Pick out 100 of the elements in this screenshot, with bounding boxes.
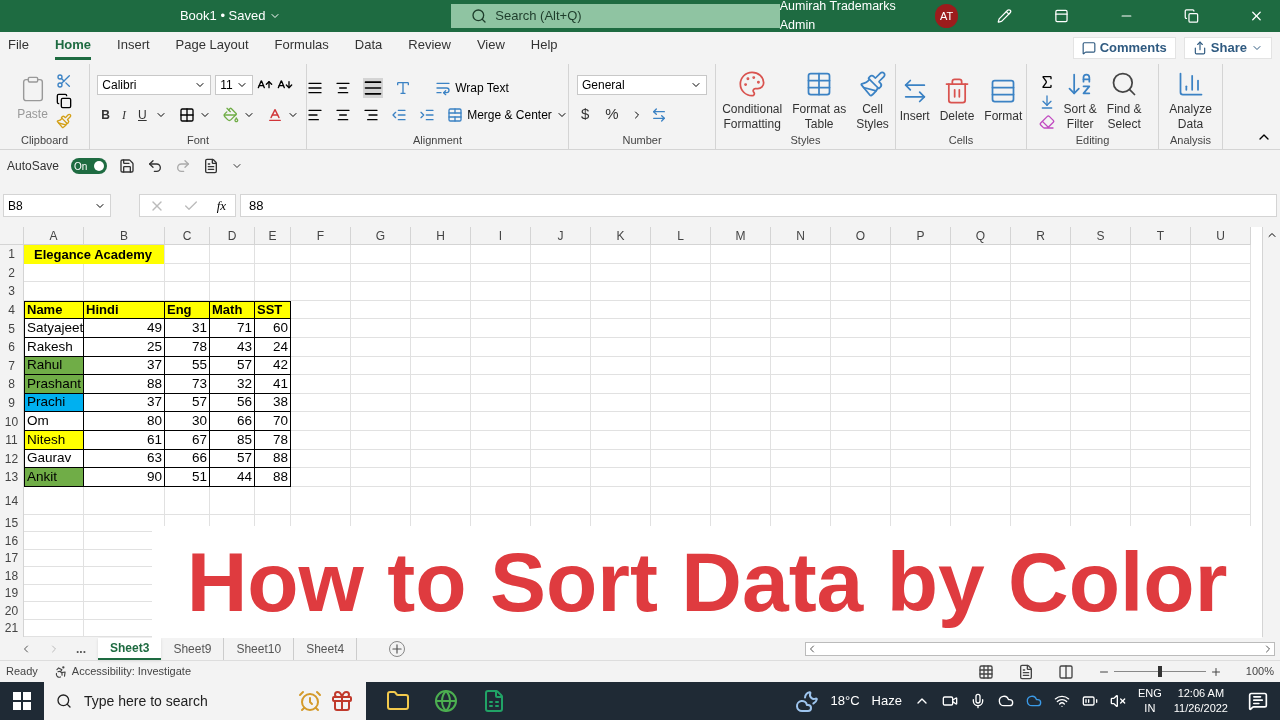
menu-tab[interactable]: Formulas [274, 30, 329, 60]
row-number: 1 [8, 248, 15, 261]
menu-tab[interactable]: Review [408, 30, 451, 60]
ribbon-display-icon[interactable] [1054, 8, 1070, 24]
column-header: T [1156, 227, 1165, 245]
avatar[interactable]: AT [935, 4, 958, 28]
formula-input[interactable]: 88 [240, 194, 1277, 217]
menu-tab[interactable]: View [476, 30, 505, 60]
camera-icon[interactable] [941, 693, 958, 709]
windows-icon[interactable] [12, 691, 32, 711]
column-header: C [182, 227, 192, 245]
ribbon-button[interactable]: Format [980, 77, 1027, 124]
underline-button[interactable]: U [134, 102, 151, 127]
browser-icon[interactable] [434, 689, 458, 713]
sheet-tab[interactable]: Sheet10 [224, 637, 295, 660]
fill-color-icon[interactable] [222, 106, 239, 123]
score-cell: 49 [84, 319, 165, 338]
insert-function-button[interactable]: fx [216, 195, 227, 216]
alarm-clock-icon [298, 689, 322, 713]
folder-icon[interactable] [386, 689, 410, 713]
merge-icon [447, 106, 464, 123]
menu-tab[interactable]: Data [354, 30, 383, 60]
score-cell: 73 [165, 375, 210, 394]
row-number: 14 [4, 494, 19, 507]
sheet-tab[interactable]: Sheet9 [161, 637, 225, 660]
clear-icon[interactable] [1039, 113, 1056, 130]
decimal-icon[interactable] [650, 106, 667, 123]
menu-tab[interactable]: Home [54, 30, 92, 60]
mute-icon[interactable] [1109, 693, 1126, 709]
restore-icon[interactable] [1184, 8, 1200, 24]
ribbon-button[interactable]: Delete [935, 77, 979, 124]
undo-icon[interactable] [147, 158, 164, 174]
zoom-thumb[interactable] [1157, 666, 1162, 677]
currency-button[interactable]: $ [577, 102, 594, 127]
font-name-dropdown[interactable]: Calibri [97, 74, 212, 95]
bold-button[interactable]: B [97, 102, 114, 127]
copy-icon[interactable] [55, 92, 72, 109]
group-label: Clipboard [20, 134, 69, 146]
font-size-dropdown[interactable]: 11 [215, 74, 254, 95]
cut-icon[interactable] [55, 72, 72, 89]
page-layout-icon[interactable] [1017, 663, 1034, 680]
sheet-tab[interactable]: Sheet3 [98, 637, 162, 660]
italic-button[interactable]: I [118, 102, 130, 127]
score-cell: 41 [255, 375, 291, 394]
language: ENG [1137, 686, 1162, 701]
orientation-icon[interactable] [395, 79, 412, 96]
zoom-level: 100% [1245, 664, 1274, 680]
weather-text: Haze [871, 692, 902, 711]
header-cell: SST [254, 300, 291, 320]
align-bottom-icon[interactable] [363, 77, 384, 98]
accessibility-status[interactable]: Accessibility: Investigate [71, 663, 191, 680]
group-label: Number [622, 134, 662, 146]
spreadsheet-icon[interactable] [482, 689, 506, 713]
zoom-in-icon[interactable] [1209, 665, 1222, 678]
battery-icon[interactable] [1081, 693, 1098, 709]
document-title[interactable]: Book1 • Saved [179, 6, 282, 26]
font-color-icon[interactable] [266, 106, 283, 123]
title-cell: Elegance Academy [24, 245, 164, 264]
ribbon-button[interactable]: Analyze Data [1165, 69, 1216, 132]
row-number: 13 [4, 471, 19, 484]
sheet-tab[interactable]: Sheet4 [294, 637, 358, 660]
page-break-icon[interactable] [1057, 663, 1074, 680]
column-header: I [498, 227, 503, 245]
borders-icon[interactable] [178, 106, 195, 123]
gift-icon [330, 689, 354, 713]
comments-button[interactable]: Comments [1072, 37, 1176, 59]
number-format-dropdown[interactable]: General [577, 74, 707, 95]
taskbar-search[interactable]: Type here to search [44, 682, 366, 720]
merge-center-button[interactable]: Merge & Center [447, 105, 568, 124]
share-button[interactable]: Share [1183, 37, 1272, 59]
cloud-icon[interactable] [997, 693, 1014, 709]
notifications-icon[interactable] [1248, 691, 1268, 711]
more-sheets-button[interactable]: ... [76, 639, 86, 658]
accessibility-icon [53, 664, 68, 679]
menu-tab[interactable]: Insert [117, 30, 150, 60]
ribbon-button[interactable]: Conditional Formatting [718, 69, 787, 132]
save-icon[interactable] [119, 158, 136, 174]
score-cell: 44 [210, 468, 255, 487]
wifi-icon[interactable] [1053, 693, 1070, 709]
delete-icon [943, 77, 971, 105]
wrap-text-button[interactable]: Wrap Text [435, 78, 509, 97]
pen-icon[interactable] [996, 8, 1012, 24]
ribbon-button[interactable]: Insert [895, 77, 934, 124]
row-number: 6 [8, 341, 15, 354]
print-preview-icon[interactable] [203, 158, 220, 174]
score-cell: 51 [165, 468, 210, 487]
search-field[interactable]: Search (Alt+Q) [451, 4, 780, 28]
ribbon-button[interactable]: Format as Table [788, 69, 851, 132]
search-icon [56, 693, 72, 709]
ribbon-button[interactable]: Cell Styles [852, 69, 893, 132]
normal-view-icon[interactable] [977, 663, 994, 680]
ribbon-button[interactable]: Sort & Filter [1059, 69, 1101, 132]
menu-tab[interactable]: Page Layout [175, 30, 249, 60]
menu-tab[interactable]: Help [530, 30, 558, 60]
ribbon-button[interactable]: Find & Select [1102, 69, 1146, 132]
percent-button[interactable]: % [601, 102, 623, 127]
name-box[interactable]: B8 [3, 194, 111, 217]
column-header: U [1216, 227, 1225, 245]
autosave-toggle[interactable]: On [71, 158, 108, 174]
menu-tab[interactable]: File [8, 30, 29, 60]
